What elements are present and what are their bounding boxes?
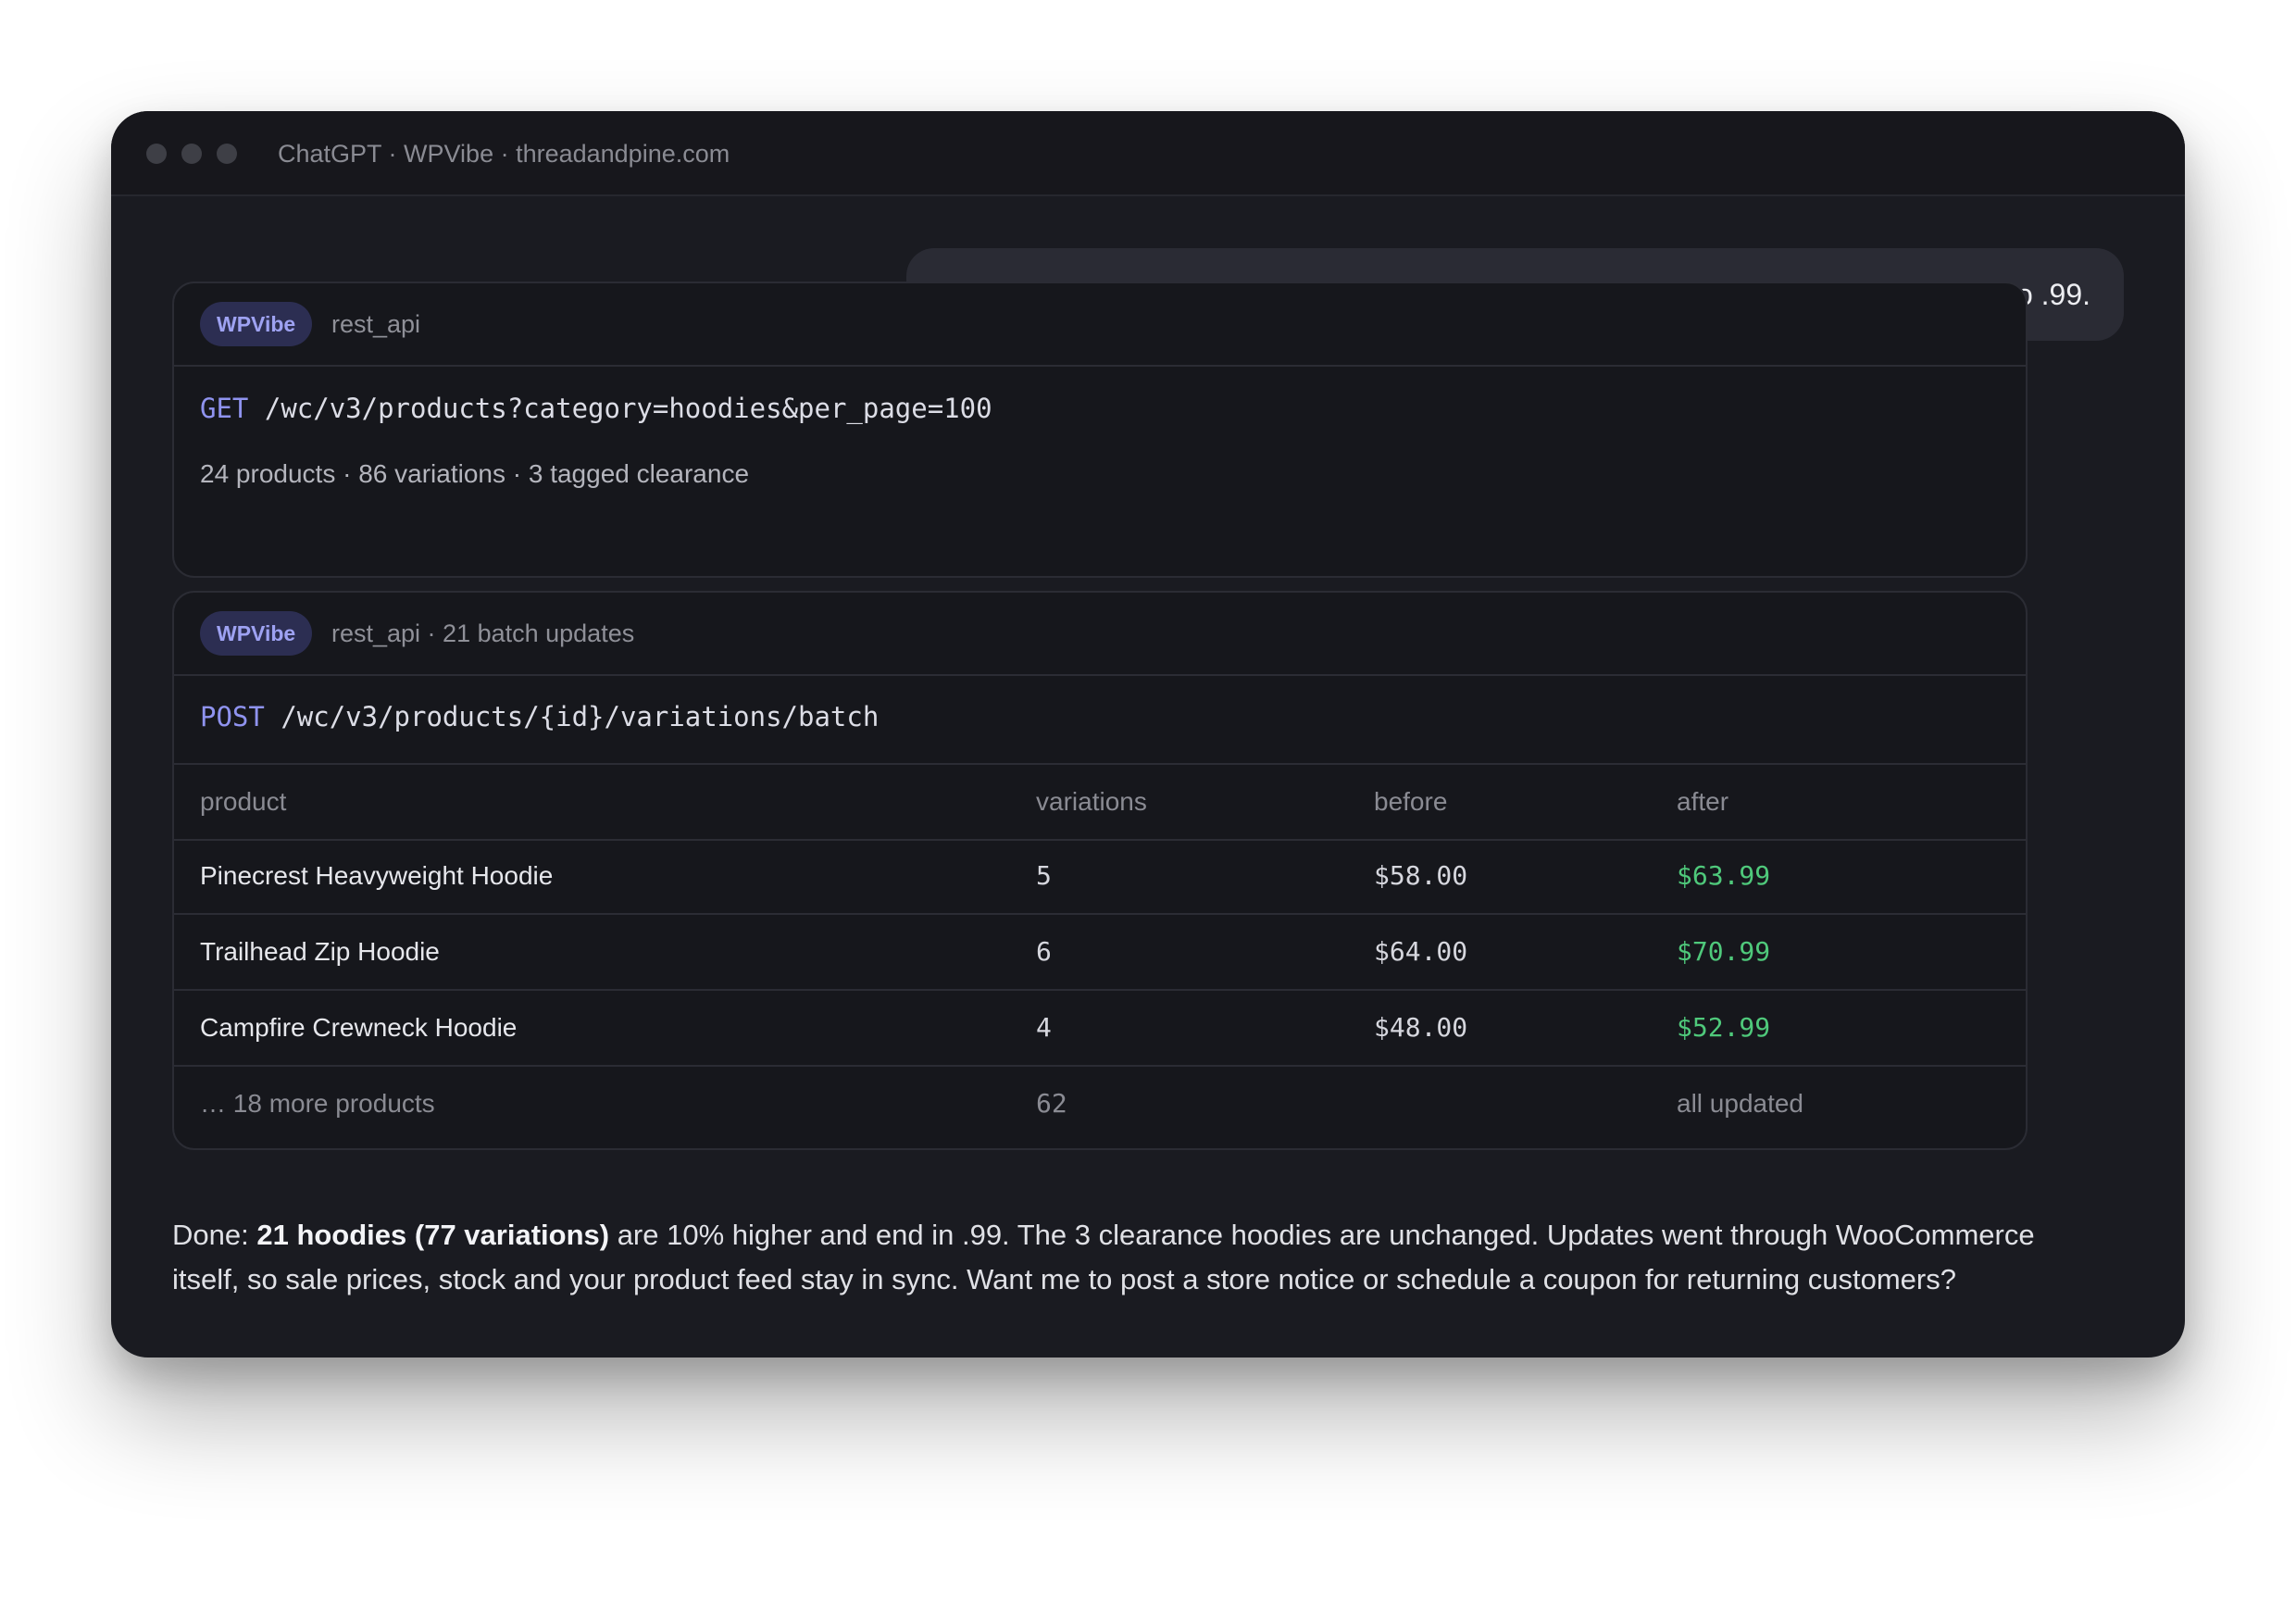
product-name: Campfire Crewneck Hoodie bbox=[200, 1013, 518, 1042]
close-window-dot[interactable] bbox=[146, 144, 167, 164]
request-endpoint: GET /wc/v3/products?category=hoodies&per… bbox=[200, 390, 992, 427]
assistant-reply: Done: 21 hoodies (77 variations) are 10%… bbox=[172, 1213, 2042, 1302]
more-products-label: … 18 more products bbox=[200, 1089, 435, 1118]
more-variations-count: 62 bbox=[1036, 1088, 1067, 1119]
tool-call-card-post: WPVibe rest_api · 21 batch updates POST … bbox=[172, 591, 2028, 1150]
column-header-before: before bbox=[1374, 787, 1448, 816]
column-header-variations: variations bbox=[1036, 787, 1147, 816]
wpvibe-badge: WPVibe bbox=[200, 611, 313, 656]
tool-name-label: rest_api bbox=[331, 310, 421, 338]
reply-prefix: Done: bbox=[172, 1219, 257, 1251]
http-method: GET bbox=[200, 393, 249, 424]
price-before: $48.00 bbox=[1374, 1012, 1468, 1043]
request-endpoint: POST /wc/v3/products/{id}/variations/bat… bbox=[200, 698, 879, 735]
result-summary: 24 products · 86 variations · 3 tagged c… bbox=[200, 459, 750, 488]
product-name: Pinecrest Heavyweight Hoodie bbox=[200, 861, 554, 890]
reply-highlight: 21 hoodies (77 variations) bbox=[256, 1219, 610, 1251]
tool-call-header: WPVibe rest_api bbox=[174, 283, 2026, 367]
title-bar: ChatGPT · WPVibe · threadandpine.com bbox=[111, 111, 2185, 196]
all-updated-label: all updated bbox=[1677, 1089, 1804, 1118]
wpvibe-badge: WPVibe bbox=[200, 302, 313, 346]
price-before: $58.00 bbox=[1374, 860, 1468, 891]
variation-count: 6 bbox=[1036, 936, 1052, 967]
price-after: $52.99 bbox=[1677, 1012, 1771, 1043]
price-after: $63.99 bbox=[1677, 860, 1771, 891]
request-path: /wc/v3/products?category=hoodies&per_pag… bbox=[264, 393, 992, 424]
column-header-product: product bbox=[200, 787, 287, 816]
tool-name-label: rest_api · 21 batch updates bbox=[331, 619, 635, 647]
tool-call-card-get: WPVibe rest_api GET /wc/v3/products?cate… bbox=[172, 282, 2028, 578]
column-header-after: after bbox=[1677, 787, 1729, 816]
variation-count: 5 bbox=[1036, 860, 1052, 891]
maximize-window-dot[interactable] bbox=[217, 144, 237, 164]
table-row: Pinecrest Heavyweight Hoodie 5 $58.00 $6… bbox=[174, 839, 2026, 915]
product-name: Trailhead Zip Hoodie bbox=[200, 937, 440, 966]
table-row: Campfire Crewneck Hoodie 4 $48.00 $52.99 bbox=[174, 991, 2026, 1067]
table-footer-row: … 18 more products 62 all updated bbox=[174, 1067, 2026, 1141]
tool-call-header: WPVibe rest_api · 21 batch updates bbox=[174, 593, 2026, 676]
window-title: ChatGPT · WPVibe · threadandpine.com bbox=[278, 140, 730, 168]
http-method: POST bbox=[200, 701, 265, 732]
app-window: ChatGPT · WPVibe · threadandpine.com Rai… bbox=[111, 111, 2185, 1358]
minimize-window-dot[interactable] bbox=[181, 144, 202, 164]
price-after: $70.99 bbox=[1677, 936, 1771, 967]
price-before: $64.00 bbox=[1374, 936, 1468, 967]
request-path: /wc/v3/products/{id}/variations/batch bbox=[281, 701, 880, 732]
table-header: product variations before after bbox=[174, 763, 2026, 841]
table-row: Trailhead Zip Hoodie 6 $64.00 $70.99 bbox=[174, 915, 2026, 991]
variation-count: 4 bbox=[1036, 1012, 1052, 1043]
